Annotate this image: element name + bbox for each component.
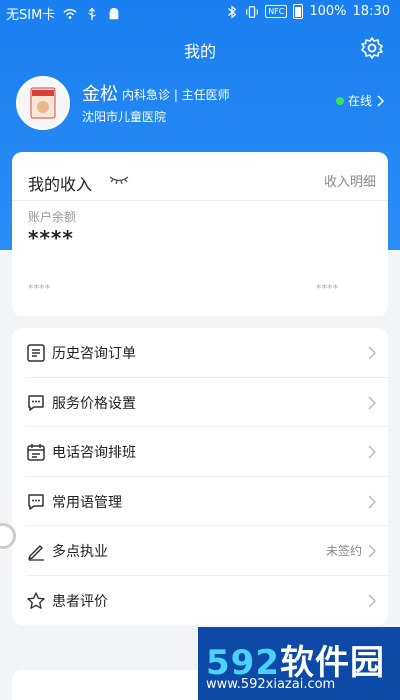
carrier-text: 无SIM卡 (6, 8, 56, 23)
nfc-badge: NFC (265, 5, 288, 18)
hospital-name: 沈阳市儿童医院 (82, 110, 167, 124)
menu-item-label: 多点执业 (52, 544, 108, 560)
menu-item-multi-practice[interactable]: 多点执业 未签约 (12, 526, 388, 576)
divider (12, 200, 388, 201)
menu-item-phone-schedule[interactable]: 电话咨询排班 (12, 427, 388, 477)
chevron-right-icon (368, 593, 376, 608)
income-card: 我的收入 收入明细 账户余额 **** **** **** (12, 152, 388, 316)
calendar-icon (27, 444, 45, 461)
title-bar: 我的 (0, 30, 400, 66)
online-dot-icon (335, 96, 344, 105)
doctor-name: 金松 (82, 84, 118, 105)
battery-percent: 100% (309, 4, 347, 19)
menu-item-label: 电话咨询排班 (52, 445, 136, 461)
menu-item-patient-reviews[interactable]: 患者评价 (12, 576, 388, 626)
order-list-icon (27, 344, 45, 362)
chat-bubble-icon (28, 394, 44, 411)
menu-item-value: 未签约 (325, 544, 362, 558)
menu-item-price-settings[interactable]: 服务价格设置 (12, 378, 388, 427)
bluetooth-icon (228, 5, 237, 18)
profile-section[interactable]: 金松 内科急诊 | 主任医师 沈阳市儿童医院 在线 (16, 76, 384, 132)
status-bar: 无SIM卡 NFC 100% 18:30 (0, 0, 400, 24)
income-sub-value-left: **** (28, 282, 50, 295)
clock-time: 18:30 (352, 4, 390, 19)
battery-icon (293, 4, 304, 19)
watermark: 592软件园 www.592xiazai.com (198, 627, 400, 700)
income-title: 我的收入 (28, 175, 93, 194)
android-icon (109, 7, 119, 19)
page-title: 我的 (183, 42, 216, 61)
chat-bubble-icon (28, 493, 44, 510)
chevron-right-icon (368, 494, 376, 509)
wifi-icon (63, 8, 77, 19)
menu-item-phrases[interactable]: 常用语管理 (12, 477, 388, 526)
menu-item-label: 服务价格设置 (52, 395, 136, 412)
online-status-label: 在线 (347, 94, 372, 108)
balance-value: **** (28, 226, 74, 250)
chevron-right-icon (368, 544, 376, 558)
vibrate-icon (246, 5, 259, 18)
star-icon (27, 591, 45, 609)
usb-icon (88, 7, 97, 20)
watermark-url: www.592xiazai.com (206, 677, 336, 692)
menu-item-label: 患者评价 (52, 593, 108, 610)
online-status[interactable]: 在线 (335, 92, 384, 109)
chevron-right-icon (377, 94, 384, 107)
pen-icon (28, 545, 44, 561)
income-detail-link[interactable]: 收入明细 (324, 171, 376, 190)
chevron-right-icon (368, 445, 376, 459)
hide-eye-icon[interactable] (109, 172, 129, 186)
department-title: 内科急诊 | 主任医师 (122, 88, 230, 102)
menu-item-label: 常用语管理 (52, 494, 122, 511)
menu-item-label: 历史咨询订单 (52, 346, 136, 362)
avatar[interactable] (16, 76, 70, 130)
settings-gear-icon[interactable] (360, 36, 384, 60)
avatar-image (18, 78, 68, 128)
income-sub-value-right: **** (316, 282, 338, 295)
balance-label: 账户余额 (28, 210, 77, 224)
chevron-right-icon (368, 346, 376, 360)
menu-item-history-orders[interactable]: 历史咨询订单 (12, 328, 388, 378)
chevron-right-icon (368, 395, 376, 410)
menu-card: 历史咨询订单 服务价格设置 电话咨询排班 常用语管理 多点执业 未签约 患者评价 (12, 328, 388, 625)
